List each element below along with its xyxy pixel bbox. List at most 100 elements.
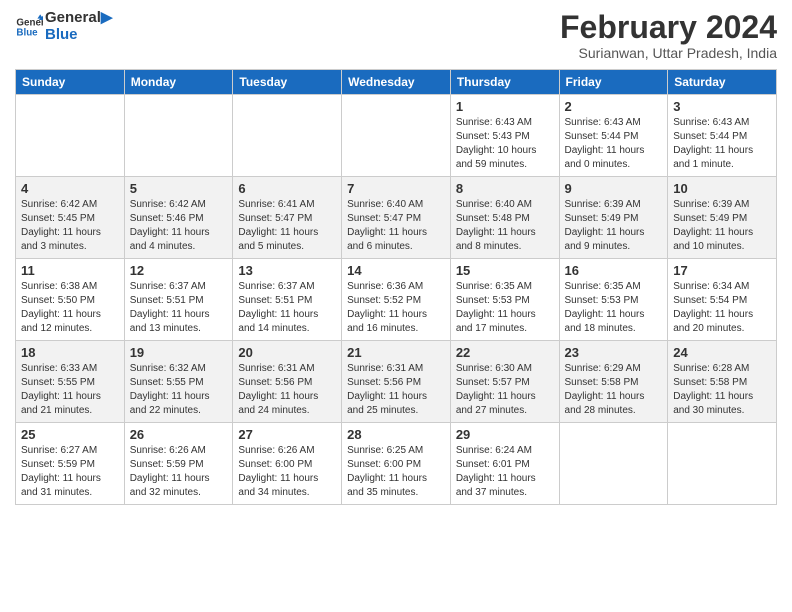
calendar-week-row: 11 Sunrise: 6:38 AM Sunset: 5:50 PM Dayli… [16,259,777,341]
day-number: 12 [130,263,228,278]
day-number: 11 [21,263,119,278]
table-row: 26 Sunrise: 6:26 AM Sunset: 5:59 PM Dayli… [124,423,233,505]
table-row: 18 Sunrise: 6:33 AM Sunset: 5:55 PM Dayli… [16,341,125,423]
table-row: 7Sunrise: 6:40 AM Sunset: 5:47 PM Daylig… [342,177,451,259]
table-row: 16 Sunrise: 6:35 AM Sunset: 5:53 PM Dayli… [559,259,668,341]
table-row: 23Sunrise: 6:29 AM Sunset: 5:58 PM Dayli… [559,341,668,423]
table-row: 17 Sunrise: 6:34 AM Sunset: 5:54 PM Dayli… [668,259,777,341]
table-row: 9 Sunrise: 6:39 AM Sunset: 5:49 PM Daylig… [559,177,668,259]
calendar-week-row: 18 Sunrise: 6:33 AM Sunset: 5:55 PM Dayli… [16,341,777,423]
day-number: 16 [565,263,663,278]
calendar-week-row: 25Sunrise: 6:27 AM Sunset: 5:59 PM Dayli… [16,423,777,505]
table-row: 22 Sunrise: 6:30 AM Sunset: 5:57 PM Dayli… [450,341,559,423]
table-row [342,95,451,177]
day-info: Sunrise: 6:38 AM Sunset: 5:50 PM Dayligh… [21,280,119,336]
subtitle: Surianwan, Uttar Pradesh, India [560,45,777,61]
table-row [668,423,777,505]
table-row [233,95,342,177]
day-info: Sunrise: 6:24 AM Sunset: 6:01 PM Dayligh… [456,444,554,500]
calendar-header-row: Sunday Monday Tuesday Wednesday Thursday… [16,70,777,95]
table-row: 1 Sunrise: 6:43 AM Sunset: 5:43 PM Daylig… [450,95,559,177]
day-info: Sunrise: 6:43 AM Sunset: 5:43 PM Dayligh… [456,116,554,172]
table-row: 3 Sunrise: 6:43 AM Sunset: 5:44 PM Daylig… [668,95,777,177]
day-info: Sunrise: 6:35 AM Sunset: 5:53 PM Dayligh… [456,280,554,336]
col-wednesday: Wednesday [342,70,451,95]
logo-line2: Blue [45,27,112,44]
table-row [124,95,233,177]
day-number: 3 [673,99,771,114]
table-row [559,423,668,505]
day-number: 18 [21,345,119,360]
day-number: 1 [456,99,554,114]
day-number: 21 [347,345,445,360]
table-row: 12 Sunrise: 6:37 AM Sunset: 5:51 PM Dayli… [124,259,233,341]
day-number: 2 [565,99,663,114]
day-info: Sunrise: 6:40 AM Sunset: 5:47 PM Dayligh… [347,198,445,254]
day-info: Sunrise: 6:31 AM Sunset: 5:56 PM Dayligh… [347,362,445,418]
calendar: Sunday Monday Tuesday Wednesday Thursday… [15,69,777,505]
col-monday: Monday [124,70,233,95]
day-number: 13 [238,263,336,278]
table-row: 25Sunrise: 6:27 AM Sunset: 5:59 PM Dayli… [16,423,125,505]
day-number: 6 [238,181,336,196]
day-info: Sunrise: 6:41 AM Sunset: 5:47 PM Dayligh… [238,198,336,254]
day-info: Sunrise: 6:37 AM Sunset: 5:51 PM Dayligh… [130,280,228,336]
day-info: Sunrise: 6:37 AM Sunset: 5:51 PM Dayligh… [238,280,336,336]
day-number: 9 [565,181,663,196]
day-info: Sunrise: 6:39 AM Sunset: 5:49 PM Dayligh… [565,198,663,254]
day-info: Sunrise: 6:35 AM Sunset: 5:53 PM Dayligh… [565,280,663,336]
calendar-week-row: 4 Sunrise: 6:42 AM Sunset: 5:45 PM Daylig… [16,177,777,259]
table-row: 24Sunrise: 6:28 AM Sunset: 5:58 PM Dayli… [668,341,777,423]
table-row: 15 Sunrise: 6:35 AM Sunset: 5:53 PM Dayli… [450,259,559,341]
day-info: Sunrise: 6:30 AM Sunset: 5:57 PM Dayligh… [456,362,554,418]
day-number: 10 [673,181,771,196]
table-row: 28 Sunrise: 6:25 AM Sunset: 6:00 PM Dayli… [342,423,451,505]
day-number: 4 [21,181,119,196]
day-number: 17 [673,263,771,278]
day-number: 26 [130,427,228,442]
day-info: Sunrise: 6:42 AM Sunset: 5:46 PM Dayligh… [130,198,228,254]
col-friday: Friday [559,70,668,95]
day-number: 24 [673,345,771,360]
main-title: February 2024 [560,10,777,45]
table-row: 19Sunrise: 6:32 AM Sunset: 5:55 PM Dayli… [124,341,233,423]
day-number: 23 [565,345,663,360]
logo: General Blue General▶ Blue [15,10,112,43]
day-number: 28 [347,427,445,442]
day-info: Sunrise: 6:26 AM Sunset: 5:59 PM Dayligh… [130,444,228,500]
table-row: 14 Sunrise: 6:36 AM Sunset: 5:52 PM Dayli… [342,259,451,341]
table-row: 27Sunrise: 6:26 AM Sunset: 6:00 PM Dayli… [233,423,342,505]
day-info: Sunrise: 6:34 AM Sunset: 5:54 PM Dayligh… [673,280,771,336]
day-info: Sunrise: 6:33 AM Sunset: 5:55 PM Dayligh… [21,362,119,418]
table-row: 29 Sunrise: 6:24 AM Sunset: 6:01 PM Dayli… [450,423,559,505]
title-block: February 2024 Surianwan, Uttar Pradesh, … [560,10,777,61]
day-info: Sunrise: 6:31 AM Sunset: 5:56 PM Dayligh… [238,362,336,418]
table-row: 10 Sunrise: 6:39 AM Sunset: 5:49 PM Dayli… [668,177,777,259]
day-info: Sunrise: 6:27 AM Sunset: 5:59 PM Dayligh… [21,444,119,500]
day-number: 22 [456,345,554,360]
day-info: Sunrise: 6:32 AM Sunset: 5:55 PM Dayligh… [130,362,228,418]
day-number: 20 [238,345,336,360]
table-row: 4 Sunrise: 6:42 AM Sunset: 5:45 PM Daylig… [16,177,125,259]
svg-text:Blue: Blue [16,27,38,38]
day-number: 29 [456,427,554,442]
table-row: 20 Sunrise: 6:31 AM Sunset: 5:56 PM Dayli… [233,341,342,423]
table-row: 6 Sunrise: 6:41 AM Sunset: 5:47 PM Daylig… [233,177,342,259]
logo-line1: General▶ [45,10,112,27]
day-info: Sunrise: 6:25 AM Sunset: 6:00 PM Dayligh… [347,444,445,500]
table-row: 8Sunrise: 6:40 AM Sunset: 5:48 PM Daylig… [450,177,559,259]
col-saturday: Saturday [668,70,777,95]
day-number: 15 [456,263,554,278]
day-number: 5 [130,181,228,196]
day-info: Sunrise: 6:42 AM Sunset: 5:45 PM Dayligh… [21,198,119,254]
table-row: 2Sunrise: 6:43 AM Sunset: 5:44 PM Daylig… [559,95,668,177]
day-info: Sunrise: 6:36 AM Sunset: 5:52 PM Dayligh… [347,280,445,336]
col-sunday: Sunday [16,70,125,95]
table-row: 11 Sunrise: 6:38 AM Sunset: 5:50 PM Dayli… [16,259,125,341]
day-info: Sunrise: 6:43 AM Sunset: 5:44 PM Dayligh… [673,116,771,172]
header: General Blue General▶ Blue February 2024… [15,10,777,61]
day-info: Sunrise: 6:39 AM Sunset: 5:49 PM Dayligh… [673,198,771,254]
day-number: 14 [347,263,445,278]
day-info: Sunrise: 6:26 AM Sunset: 6:00 PM Dayligh… [238,444,336,500]
table-row [16,95,125,177]
